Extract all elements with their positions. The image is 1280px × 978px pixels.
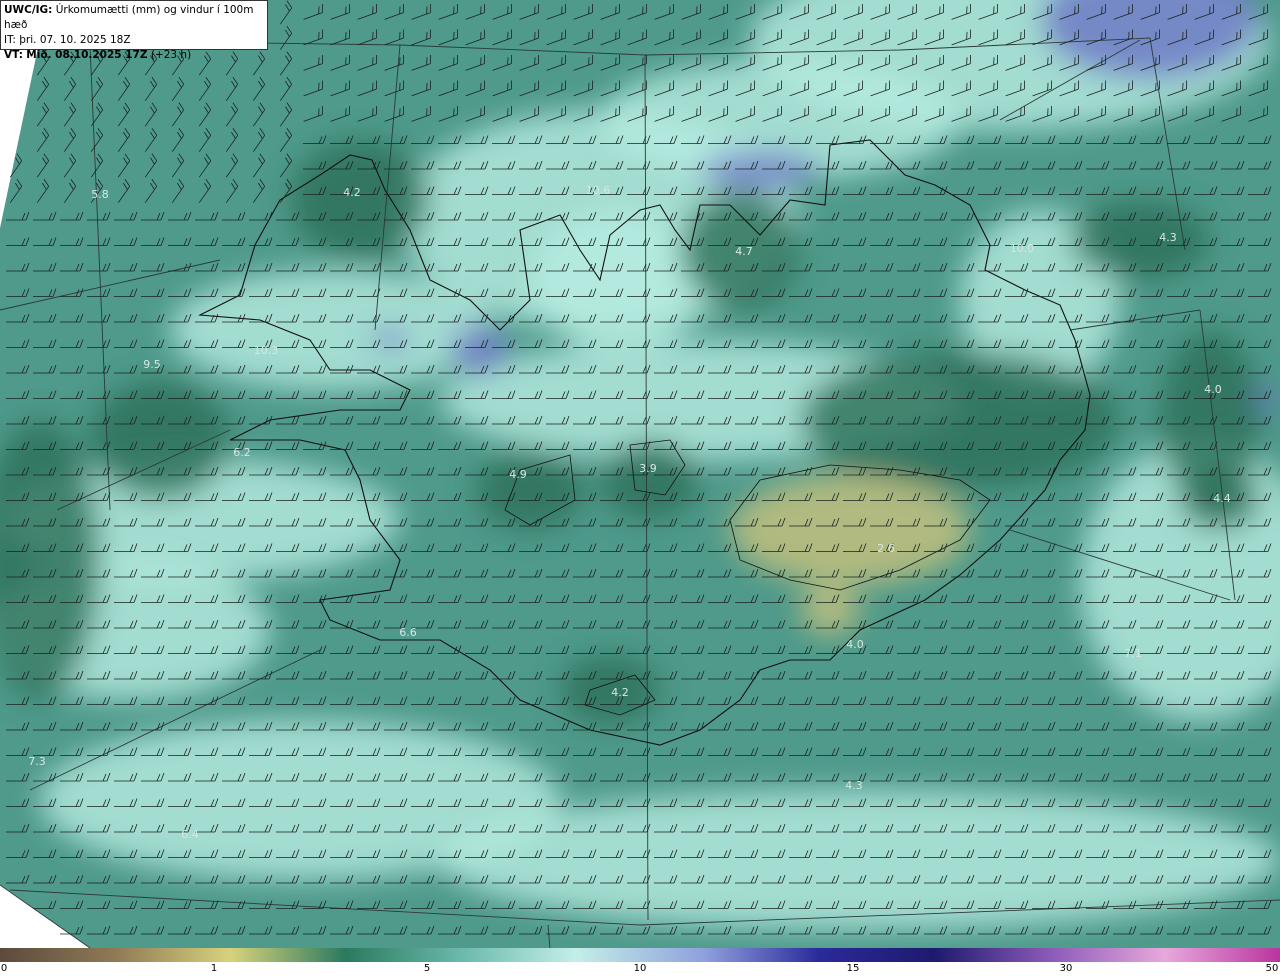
value-label: 10.3 — [254, 344, 279, 357]
colorbar-tick: 10 — [633, 963, 647, 974]
value-label: 4.2 — [343, 186, 361, 199]
colorbar-tick: 0 — [0, 963, 8, 974]
colorbar-ticks: 0 1 5 10 15 30 50 — [0, 962, 1280, 978]
value-label: 4.0 — [1204, 383, 1222, 396]
value-label: 7.1 — [1124, 647, 1142, 660]
value-label: 6.2 — [233, 446, 251, 459]
value-label: 4.3 — [1159, 231, 1177, 244]
shading-blob — [170, 270, 490, 390]
shading-blob — [440, 790, 1280, 930]
map-header: UWC/IG: Úrkomumætti (mm) og vindur í 100… — [0, 0, 268, 61]
value-label: 3.9 — [639, 462, 657, 475]
shading-blob — [600, 440, 700, 520]
shading-blob — [530, 210, 710, 350]
map-canvas: 5.8 4.2 10.6 4.7 10.0 4.3 10.3 9.5 4.0 6.2 4.9 3.9 4… — [0, 0, 1280, 948]
shading-blob — [700, 152, 820, 188]
colorbar-tick: 50 — [1265, 963, 1279, 974]
value-label: 5.8 — [91, 188, 109, 201]
value-label: 4.2 — [611, 686, 629, 699]
value-label: 4.7 — [735, 245, 753, 258]
value-label: 4.9 — [509, 468, 527, 481]
value-label: 9.5 — [143, 358, 161, 371]
valid-time: Mið. 08.10.2025 17Z — [26, 49, 148, 61]
value-label: 4.3 — [845, 779, 863, 792]
colorbar — [0, 948, 1280, 962]
shading-blob — [450, 325, 510, 375]
shading-blob — [560, 655, 660, 725]
colorbar-tick: 5 — [423, 963, 431, 974]
shading-blob — [800, 350, 1120, 490]
model-code: UWC/IG: — [4, 4, 53, 16]
colorbar-tick: 1 — [210, 963, 218, 974]
value-label: 2.6 — [877, 542, 895, 555]
shading-blob — [290, 140, 430, 260]
value-label: 4.0 — [846, 638, 864, 651]
init-time: þri. 07. 10. 2025 18Z — [19, 34, 131, 46]
value-label: 6.4 — [181, 828, 199, 841]
colorbar-tick: 30 — [1059, 963, 1073, 974]
colorbar-tick: 15 — [846, 963, 860, 974]
value-label: 10.0 — [1010, 242, 1035, 255]
valid-time-label: VT: — [4, 49, 23, 61]
forecast-offset: (+23 h) — [150, 49, 192, 61]
value-label: 4.4 — [1213, 492, 1231, 505]
value-label: 10.6 — [586, 184, 611, 197]
value-label: 6.6 — [399, 626, 417, 639]
shading-blob — [730, 475, 970, 585]
value-label: 7.3 — [28, 755, 46, 768]
init-time-label: IT: — [4, 34, 16, 46]
shading-blob — [475, 450, 585, 530]
